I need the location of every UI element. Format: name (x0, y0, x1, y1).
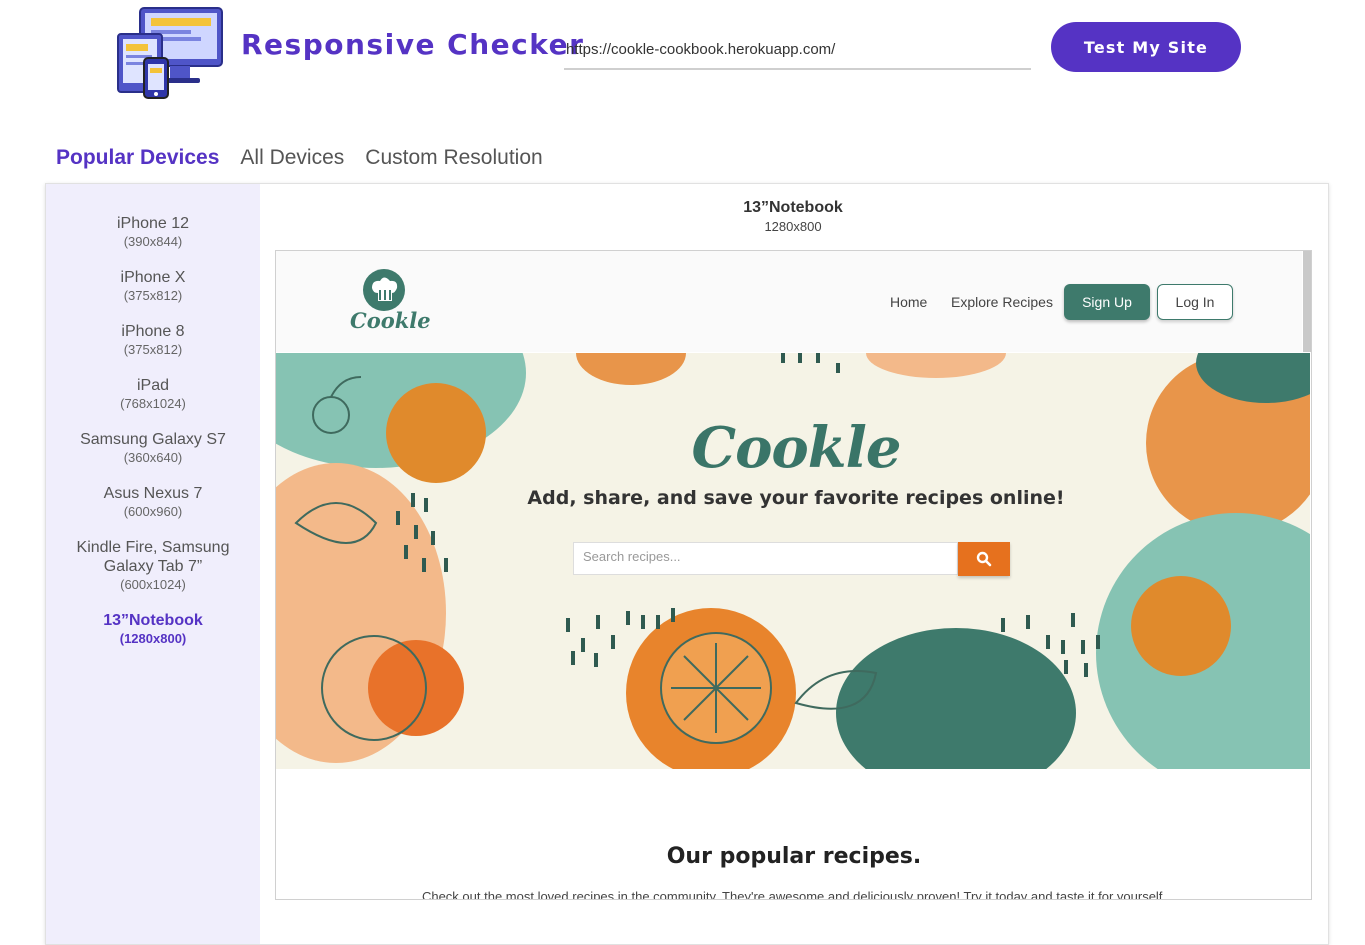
recipe-search-input[interactable]: Search recipes... (573, 542, 958, 575)
tab-all-devices[interactable]: All Devices (240, 146, 344, 170)
preview-device-label: 13”Notebook 1280x800 (646, 199, 940, 234)
hero-section: Cookle Add, share, and save your favorit… (276, 353, 1310, 769)
log-in-button[interactable]: Log In (1157, 284, 1233, 320)
cookle-logo-text: Cookle (350, 308, 431, 333)
device-name: Samsung Galaxy S7 (80, 431, 226, 448)
url-input[interactable] (564, 30, 1031, 70)
device-item-iphone-x[interactable]: iPhone X (375x812) (46, 268, 260, 305)
device-size: (768x1024) (120, 396, 186, 411)
device-size: (360x640) (123, 450, 183, 465)
tab-custom-resolution[interactable]: Custom Resolution (365, 146, 542, 170)
frame-scrollbar[interactable] (1303, 251, 1311, 352)
device-size: (1280x800) (119, 631, 187, 646)
device-item-13-notebook[interactable]: 13”Notebook (1280x800) (46, 611, 260, 648)
device-item-asus-nexus-7[interactable]: Asus Nexus 7 (600x960) (46, 484, 260, 521)
responsive-devices-logo-icon (117, 7, 223, 99)
sign-up-button[interactable]: Sign Up (1064, 284, 1150, 320)
device-sidebar: iPhone 12 (390x844) iPhone X (375x812) i… (46, 184, 260, 944)
device-item-iphone-12[interactable]: iPhone 12 (390x844) (46, 214, 260, 251)
device-item-samsung-galaxy-s7[interactable]: Samsung Galaxy S7 (360x640) (46, 430, 260, 467)
search-icon (976, 551, 992, 567)
nav-home-link[interactable]: Home (890, 294, 927, 310)
popular-recipes-description: Check out the most loved recipes in the … (421, 889, 1167, 900)
popular-recipes-heading: Our popular recipes. (666, 844, 922, 869)
device-item-iphone-8[interactable]: iPhone 8 (375x812) (46, 322, 260, 359)
preview-device-size: 1280x800 (764, 219, 822, 234)
hero-title: Cookle (691, 415, 902, 481)
cookle-logo[interactable]: Cookle (348, 268, 431, 338)
site-preview-frame[interactable]: Cookle Home Explore Recipes Sign Up Log … (275, 250, 1312, 900)
app-title: Responsive Checker (241, 28, 585, 61)
device-name: Asus Nexus 7 (103, 485, 203, 502)
device-size: (375x812) (123, 288, 183, 303)
device-name: iPhone X (120, 269, 186, 286)
tab-popular-devices[interactable]: Popular Devices (56, 146, 219, 170)
test-my-site-button[interactable]: Test My Site (1051, 22, 1241, 72)
preview-panel: iPhone 12 (390x844) iPhone X (375x812) i… (45, 183, 1329, 945)
site-navbar: Cookle Home Explore Recipes Sign Up Log … (276, 251, 1302, 352)
device-name: iPhone 8 (121, 323, 185, 340)
device-item-kindle-fire[interactable]: Kindle Fire, Samsung Galaxy Tab 7” (600x… (46, 538, 260, 594)
device-tabs: Popular Devices All Devices Custom Resol… (56, 146, 543, 170)
device-name: iPad (136, 377, 170, 394)
hero-subtitle: Add, share, and save your favorite recip… (527, 487, 1065, 509)
device-name: 13”Notebook (103, 612, 203, 629)
device-size: (600x1024) (120, 577, 186, 592)
device-item-ipad[interactable]: iPad (768x1024) (46, 376, 260, 413)
device-size: (600x960) (123, 504, 183, 519)
preview-device-name: 13”Notebook (743, 199, 843, 216)
recipe-search-button[interactable] (958, 542, 1010, 576)
device-size: (375x812) (123, 342, 183, 357)
nav-explore-recipes-link[interactable]: Explore Recipes (951, 294, 1053, 310)
device-name: Kindle Fire, Samsung Galaxy Tab 7” (76, 539, 230, 575)
device-name: iPhone 12 (116, 215, 190, 232)
device-size: (390x844) (123, 234, 183, 249)
